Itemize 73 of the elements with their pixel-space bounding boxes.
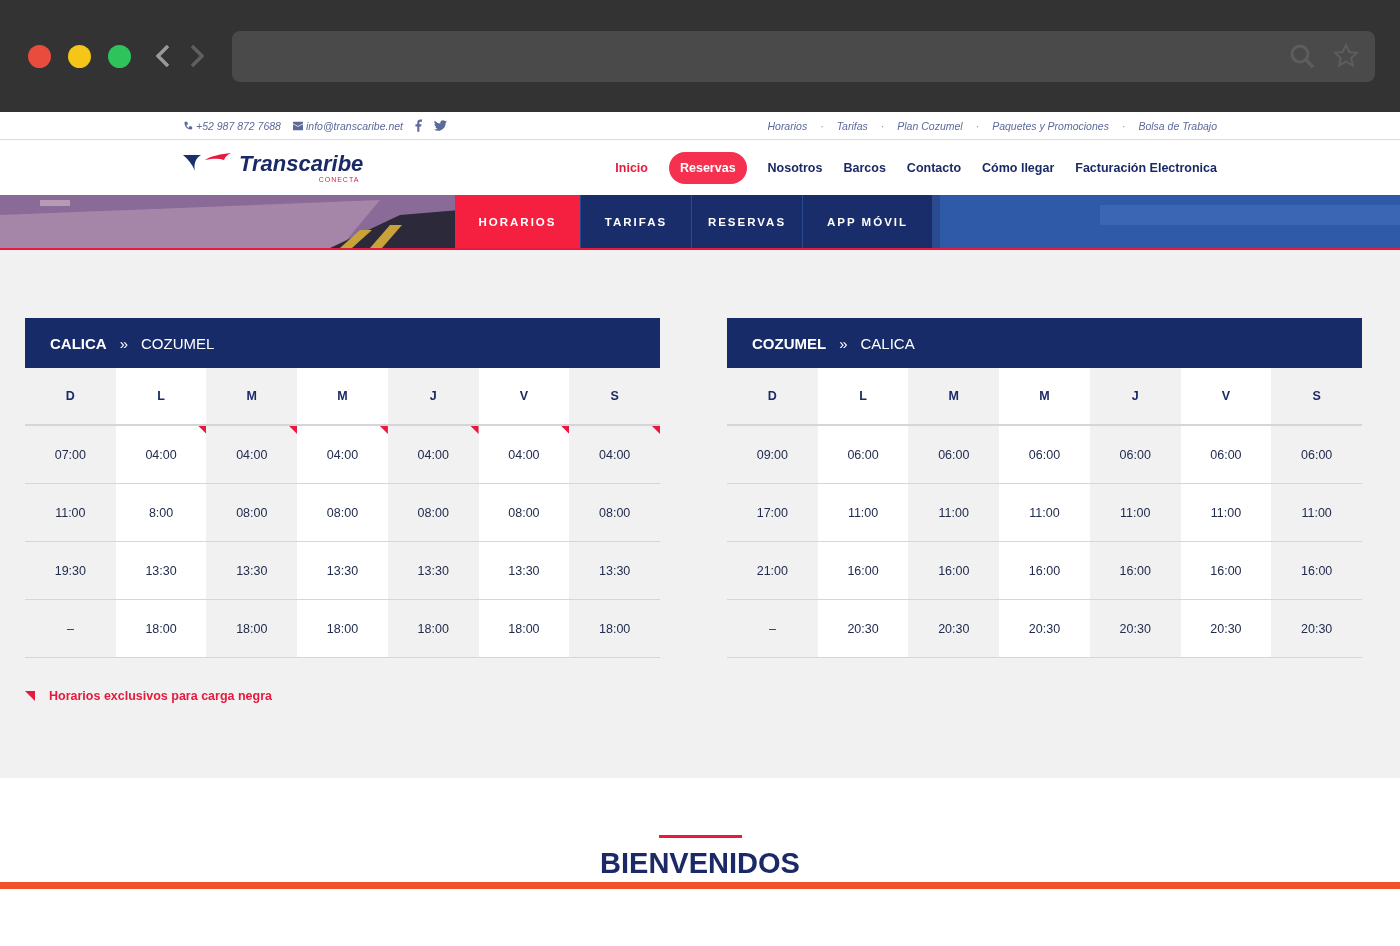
- facebook-icon[interactable]: [415, 119, 422, 132]
- section-tab[interactable]: TARIFAS: [581, 195, 691, 248]
- time-cell: 18:00: [297, 600, 388, 658]
- time-cell: 11:00: [1180, 484, 1272, 542]
- time-cell: 08:00: [297, 484, 388, 542]
- nav-link[interactable]: Inicio: [615, 160, 648, 175]
- time-cell: 04:00: [297, 426, 388, 484]
- day-header: V: [1180, 368, 1272, 426]
- time-cell: 16:00: [817, 542, 909, 600]
- time-cell: 04:00: [387, 426, 479, 484]
- time-cell: 20:30: [1180, 600, 1272, 658]
- twitter-icon[interactable]: [434, 120, 447, 131]
- time-cell: 11:00: [817, 484, 909, 542]
- nav-link[interactable]: Cómo llegar: [982, 160, 1055, 175]
- route-destination: CALICA: [860, 334, 915, 352]
- time-cell: 16:00: [999, 542, 1090, 600]
- back-icon[interactable]: [156, 44, 170, 68]
- section-title: BIENVENIDOS: [600, 848, 800, 878]
- legend-text: Horarios exclusivos para carga negra: [49, 689, 273, 703]
- nav-link[interactable]: Facturación Electronica: [1075, 160, 1217, 175]
- time-cell: 04:00: [569, 426, 660, 484]
- day-header: L: [817, 368, 909, 426]
- phone-number[interactable]: +52 987 872 7688: [183, 119, 281, 132]
- time-cell: 04:00: [478, 426, 570, 484]
- section-tab[interactable]: HORARIOS: [455, 195, 580, 248]
- time-cell: 20:30: [817, 600, 909, 658]
- separator-dot: ·: [1121, 119, 1126, 132]
- top-link[interactable]: Plan Cozumel: [897, 119, 963, 132]
- maximize-dot[interactable]: [108, 44, 131, 68]
- minimize-dot[interactable]: [68, 44, 91, 68]
- route-origin: CALICA: [50, 334, 107, 352]
- time-cell: 18:00: [478, 600, 570, 658]
- time-cell: 04:00: [115, 426, 207, 484]
- time-cell: 8:00: [115, 484, 207, 542]
- time-cell: 06:00: [1180, 426, 1272, 484]
- day-header: L: [115, 368, 207, 426]
- section-tab[interactable]: APP MÓVIL: [803, 195, 932, 248]
- time-cell: 13:30: [115, 542, 207, 600]
- nav-link[interactable]: Nosotros: [767, 160, 823, 175]
- separator-dot: ·: [820, 119, 824, 132]
- day-header: V: [478, 368, 570, 426]
- time-cell: 11:00: [999, 484, 1090, 542]
- time-cell: 06:00: [817, 426, 909, 484]
- time-cell: 18:00: [115, 600, 207, 658]
- mail-icon: [292, 120, 303, 131]
- separator-dot: ·: [880, 119, 885, 132]
- time-cell: 13:30: [297, 542, 388, 600]
- close-dot[interactable]: [28, 44, 51, 68]
- time-cell: 16:00: [1180, 542, 1272, 600]
- top-link[interactable]: Bolsa de Trabajo: [1138, 119, 1217, 132]
- nav-link[interactable]: Barcos: [843, 160, 886, 175]
- time-cell: 06:00: [999, 426, 1090, 484]
- logo-wordmark: Transcaribe: [239, 152, 364, 176]
- section-tab[interactable]: RESERVAS: [692, 195, 802, 248]
- reservations-button[interactable]: Reservas: [669, 151, 747, 184]
- time-cell: 04:00: [206, 426, 298, 484]
- nav-link[interactable]: Contacto: [906, 160, 962, 175]
- route-arrow: »: [839, 334, 848, 352]
- cargo-marker-icon: [25, 691, 35, 701]
- email-link[interactable]: info@transcaribe.net: [292, 119, 403, 132]
- route-destination: COZUMEL: [141, 334, 215, 352]
- phone-icon: [183, 120, 193, 131]
- top-link[interactable]: Paquetes y Promociones: [992, 119, 1109, 132]
- day-header: M: [999, 368, 1090, 426]
- time-cell: 13:30: [478, 542, 570, 600]
- route-origin: COZUMEL: [752, 334, 827, 352]
- separator-dot: ·: [975, 119, 980, 132]
- top-link[interactable]: Horarios: [767, 119, 808, 132]
- top-link[interactable]: Tarifas: [836, 119, 868, 132]
- route-arrow: »: [119, 334, 128, 352]
- day-header: M: [297, 368, 388, 426]
- time-cell: 20:30: [999, 600, 1090, 658]
- time-cell: 08:00: [478, 484, 570, 542]
